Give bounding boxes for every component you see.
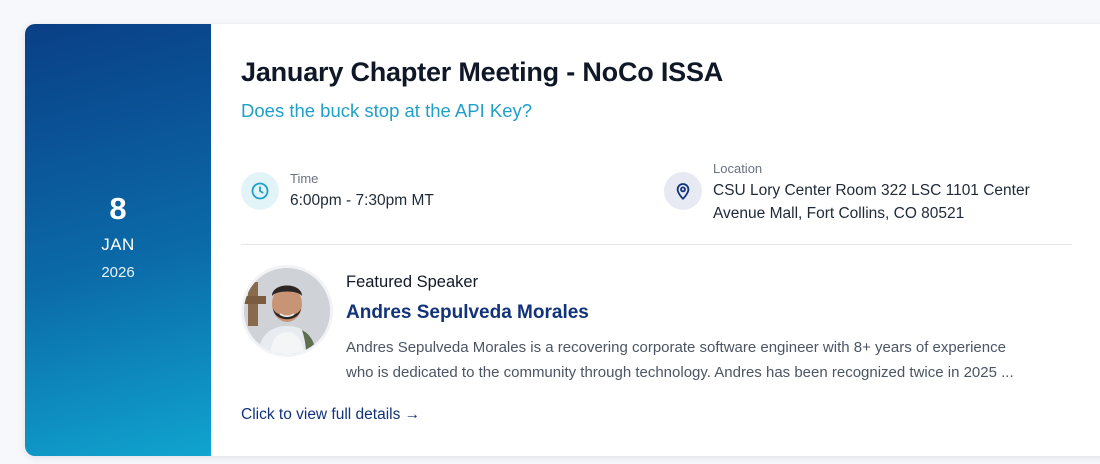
event-content: January Chapter Meeting - NoCo ISSA Does…	[211, 24, 1100, 456]
time-label: Time	[290, 171, 319, 186]
location-value: CSU Lory Center Room 322 LSC 1101 Center…	[713, 182, 1030, 222]
event-location: Location CSU Lory Center Room 322 LSC 11…	[664, 160, 1043, 225]
speaker-bio-line: who is dedicated to the community throug…	[346, 364, 1014, 381]
map-pin-icon	[664, 172, 702, 210]
location-label: Location	[713, 161, 763, 176]
speaker-bio-line: Andres Sepulveda Morales is a recovering…	[346, 339, 1006, 356]
event-date-year: 2026	[101, 264, 135, 281]
speaker-name[interactable]: Andres Sepulveda Morales	[346, 301, 1076, 325]
speaker-bio: Andres Sepulveda Morales is a recovering…	[346, 335, 1071, 385]
event-title[interactable]: January Chapter Meeting - NoCo ISSA	[241, 56, 1100, 88]
event-date-month: JAN	[101, 235, 135, 254]
featured-speaker-label: Featured Speaker	[346, 273, 479, 291]
event-subtitle: Does the buck stop at the API Key?	[241, 100, 533, 121]
event-time: Time 6:00pm - 7:30pm MT	[241, 170, 434, 212]
view-details-link[interactable]: Click to view full details →	[241, 405, 420, 425]
event-date-day: 8	[109, 191, 127, 226]
event-card[interactable]: 8 JAN 2026 January Chapter Meeting - NoC…	[25, 24, 1100, 456]
speaker-avatar	[241, 265, 333, 357]
divider	[241, 244, 1072, 245]
time-value: 6:00pm - 7:30pm MT	[290, 192, 434, 209]
event-info-row: Time 6:00pm - 7:30pm MT Location CSU Lor…	[241, 160, 1071, 224]
clock-icon	[241, 172, 279, 210]
event-date-panel: 8 JAN 2026	[25, 24, 211, 456]
